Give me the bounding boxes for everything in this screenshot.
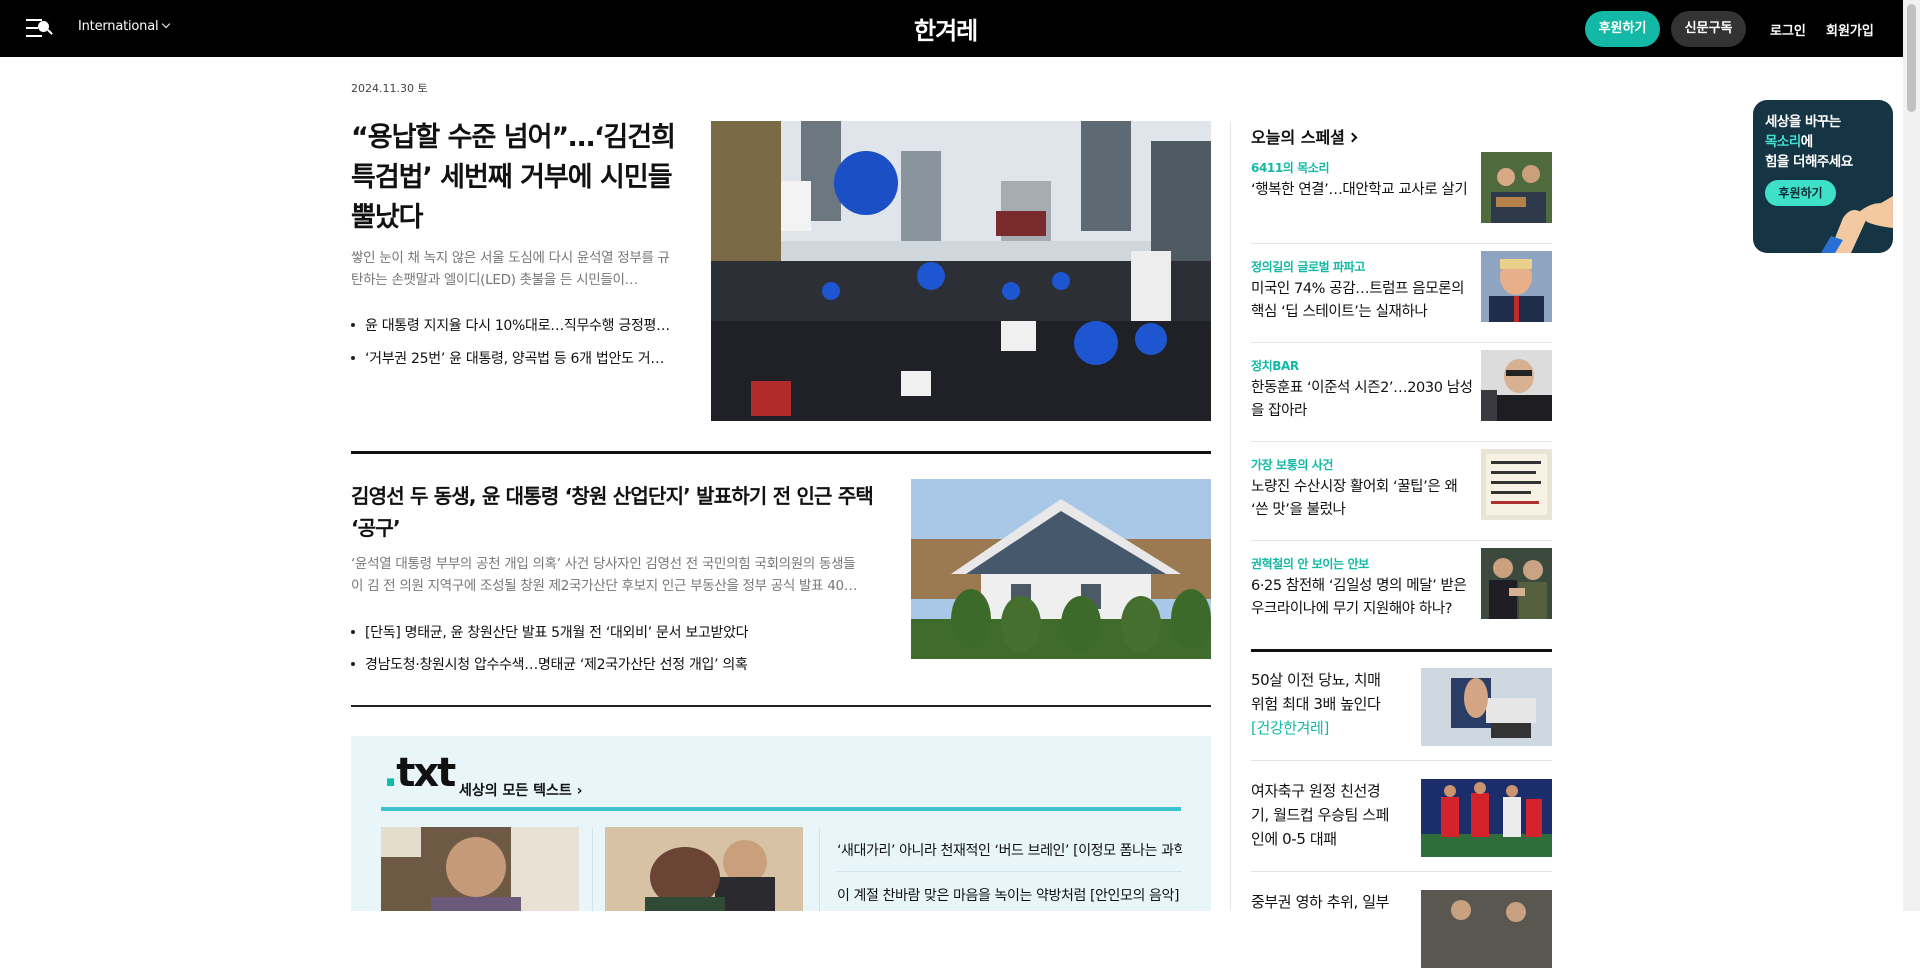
- special-title[interactable]: 6·25 참전해 ‘김일성 명의 메달’ 받은 우크라이나에 무기 지원해야 하…: [1251, 575, 1476, 621]
- headline-thumb[interactable]: [1421, 779, 1552, 857]
- subscribe-button[interactable]: 신문구독: [1671, 11, 1746, 47]
- txt-article-link[interactable]: 이 계절 찬바람 맞은 마음을 녹이는 약방처럼 [안인모의 음악]: [837, 885, 1182, 905]
- second-headline[interactable]: 김영선 두 동생, 윤 대통령 ‘창원 산업단지’ 발표하기 전 인근 주택 ‘…: [351, 480, 881, 544]
- chevron-down-icon: [162, 19, 171, 29]
- second-photo-house[interactable]: [911, 479, 1211, 659]
- txt-logo[interactable]: .txt: [383, 750, 456, 796]
- signup-link[interactable]: 회원가입: [1826, 20, 1874, 39]
- special-title[interactable]: 한동훈표 ‘이준석 시즌2’…2030 남성을 잡아라: [1251, 377, 1476, 423]
- chevron-right-icon: ›: [576, 783, 583, 799]
- section-divider: [1251, 649, 1552, 652]
- login-link[interactable]: 로그인: [1770, 20, 1806, 39]
- special-heading-link[interactable]: 오늘의 스페셜: [1251, 124, 1358, 148]
- txt-separator: [819, 827, 820, 911]
- special-category[interactable]: 6411의 목소리: [1251, 159, 1330, 176]
- special-title[interactable]: 미국인 74% 공감…트럼프 음모론의 핵심 ‘딥 스테이트’는 실재하나: [1251, 278, 1476, 324]
- second-related-link[interactable]: 경남도청·창원시청 압수수색…명태균 ‘제2국가산단 선정 개입’ 의혹: [351, 654, 748, 674]
- txt-section-rule: [381, 807, 1181, 811]
- headline-title[interactable]: 50살 이전 당뇨, 치매위험 최대 3배 높인다 [건강한겨레]: [1251, 668, 1391, 740]
- site-logo[interactable]: 한겨레: [914, 11, 978, 46]
- donation-promo-card[interactable]: 세상을 바꾸는 목소리에 힘을 더해주세요 후원하기: [1753, 100, 1893, 253]
- lead-related-link[interactable]: 윤 대통령 지지율 다시 10%대로…직무수행 긍정평…: [351, 315, 670, 335]
- headline-title[interactable]: 여자축구 원정 친선경기, 월드컵 우승팀 스페인에 0-5 대패: [1251, 779, 1391, 851]
- lead-related-link[interactable]: ‘거부권 25번’ 윤 대통령, 양곡법 등 6개 법안도 거…: [351, 348, 664, 368]
- headline-thumb[interactable]: [1421, 668, 1552, 746]
- special-thumb[interactable]: [1481, 350, 1552, 421]
- lead-summary[interactable]: 쌓인 눈이 채 녹지 않은 서울 도심에 다시 윤석열 정부를 규탄하는 손팻말…: [351, 247, 681, 291]
- txt-link-divider: [837, 871, 1182, 872]
- special-divider: [1251, 342, 1552, 343]
- headline-thumb[interactable]: [1421, 890, 1552, 968]
- txt-separator: [592, 827, 593, 911]
- current-date: 2024.11.30 토: [351, 82, 428, 95]
- special-item[interactable]: 권혁철의 안 보이는 안보 6·25 참전해 ‘김일성 명의 메달’ 받은 우크…: [1251, 548, 1552, 654]
- headline-title[interactable]: 중부권 영하 추위, 일부: [1251, 890, 1391, 914]
- second-related-link[interactable]: [단독] 명태균, 윤 창원산단 발표 5개월 전 ‘대외비’ 문서 보고받았다: [351, 622, 749, 642]
- lead-photo-rally[interactable]: [711, 121, 1211, 421]
- txt-thumb-monk[interactable]: [381, 827, 579, 911]
- hands-illustration-icon: [1821, 196, 1893, 253]
- special-title[interactable]: 노량진 수산시장 활어회 ‘꿀팁’은 왜 ‘쓴 맛’을 불렀나: [1251, 476, 1476, 522]
- special-category[interactable]: 정의길의 글로벌 파파고: [1251, 258, 1365, 275]
- second-summary[interactable]: ‘윤석열 대통령 부부의 공천 개입 의혹’ 사건 당사자인 김영선 전 국민의…: [351, 553, 866, 597]
- top-navigation-bar: International 한겨레 후원하기 신문구독 로그인 회원가입: [0, 0, 1920, 57]
- special-category[interactable]: 가장 보통의 사건: [1251, 456, 1333, 473]
- column-separator: [1230, 121, 1231, 911]
- special-divider: [1251, 441, 1552, 442]
- promo-text: 세상을 바꾸는 목소리에 힘을 더해주세요: [1765, 114, 1853, 170]
- lead-headline[interactable]: “용납할 수준 넘어”…‘김건희 특검법’ 세번째 거부에 시민들 뿔났다: [351, 118, 691, 238]
- special-thumb[interactable]: [1481, 251, 1552, 322]
- special-title[interactable]: ‘행복한 연결’…대안학교 교사로 살기: [1251, 179, 1476, 202]
- headline-divider: [1251, 760, 1552, 761]
- menu-search-icon[interactable]: [26, 17, 53, 39]
- headline-divider: [1251, 871, 1552, 872]
- special-thumb[interactable]: [1481, 449, 1552, 520]
- txt-thumb-couple[interactable]: [605, 827, 803, 911]
- special-divider: [1251, 243, 1552, 244]
- chevron-right-icon: [1347, 132, 1358, 143]
- section-divider: [351, 705, 1211, 707]
- edition-selector[interactable]: International: [78, 19, 171, 34]
- special-divider: [1251, 540, 1552, 541]
- txt-section-link[interactable]: 세상의 모든 텍스트 ›: [459, 780, 582, 800]
- txt-section: .txt 세상의 모든 텍스트 › ‘새대가리’ 아니라 천재적인 ‘버드 브레…: [351, 736, 1211, 911]
- special-thumb[interactable]: [1481, 548, 1552, 619]
- special-category[interactable]: 정치BAR: [1251, 357, 1299, 374]
- scrollbar-thumb[interactable]: [1907, 4, 1916, 112]
- page-scrollbar[interactable]: [1903, 0, 1920, 911]
- txt-article-link[interactable]: ‘새대가리’ 아니라 천재적인 ‘버드 브레인’ [이정모 폼나는 과학]: [837, 840, 1182, 860]
- donate-button[interactable]: 후원하기: [1585, 11, 1660, 47]
- edition-label: International: [78, 19, 159, 34]
- special-category[interactable]: 권혁철의 안 보이는 안보: [1251, 555, 1369, 572]
- special-thumb[interactable]: [1481, 152, 1552, 223]
- section-divider: [351, 451, 1211, 454]
